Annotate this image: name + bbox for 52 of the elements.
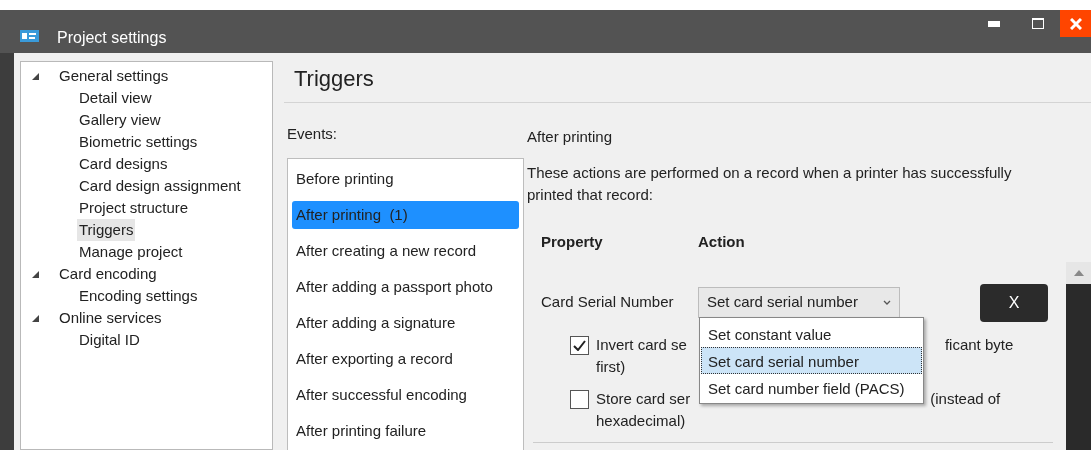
description-text: These actions are performed on a record when a printer has successfully printed that record: [527,163,1013,205]
maximize-icon[interactable] [1032,18,1044,29]
checkbox-label: first) [596,357,626,375]
tree-item[interactable]: Biometric settings [77,130,200,154]
checkbox-label: ficant byte [944,334,1014,355]
events-label: Events: [287,124,339,144]
tree-item[interactable]: Card designs [77,152,170,176]
column-header: Property [541,232,604,252]
chevron-down-icon[interactable] [883,299,891,306]
dropdown-option[interactable]: Set card number field (PACS) [701,374,922,401]
checkbox[interactable] [570,335,589,355]
event-item[interactable]: After printing failure [292,416,519,445]
tree-item[interactable]: Online services [57,306,164,330]
remove-button[interactable]: X [980,283,1048,322]
tree-item[interactable]: Manage project [77,240,185,264]
tree-item[interactable]: Digital ID [77,328,142,352]
tree-item[interactable]: Gallery view [77,108,163,132]
close-button[interactable] [1060,10,1091,37]
column-header: Action [698,232,745,252]
expanded-caret-icon[interactable] [31,269,41,279]
event-item[interactable]: After successful encoding [292,380,519,409]
window-title: Project settings [57,28,167,48]
checkbox[interactable] [570,389,589,409]
event-item[interactable]: After exporting a record [292,344,519,373]
scrollbar[interactable] [1066,262,1091,450]
event-item[interactable]: After adding a passport photo [292,272,519,301]
close-icon[interactable] [1069,17,1082,30]
checkbox-label: (instead of [930,388,1001,409]
property-label: Card Serial Number [541,292,675,313]
event-item[interactable]: After adding a signature [292,308,519,337]
event-item[interactable]: After creating a new record [292,236,519,265]
expanded-caret-icon[interactable] [31,313,41,323]
tree-item[interactable]: Encoding settings [77,284,200,308]
event-item[interactable]: Before printing [292,164,519,193]
tree-item[interactable]: Triggers [77,218,136,242]
dropdown-option[interactable]: Set constant value [701,320,922,347]
section-title: After printing [527,126,614,147]
dropdown-option[interactable]: Set card serial number [701,347,922,374]
checkbox-label: hexadecimal) [596,411,686,429]
expanded-caret-icon[interactable] [31,71,41,81]
checkbox-label: Invert card se [596,334,687,355]
tree-item[interactable]: General settings [57,64,171,88]
page-title: Triggers [284,53,1091,103]
tree-item[interactable]: Card design assignment [77,174,243,198]
checkbox-label: Store card ser [596,388,691,409]
scroll-up-icon[interactable] [1073,270,1084,276]
minimize-icon[interactable] [988,20,1000,27]
tree-item[interactable]: Project structure [77,196,191,220]
event-item[interactable]: After printing (1) [292,200,519,229]
tree-item[interactable]: Card encoding [57,262,159,286]
id-card-icon [20,30,39,42]
tree-item[interactable]: Detail view [77,86,154,110]
